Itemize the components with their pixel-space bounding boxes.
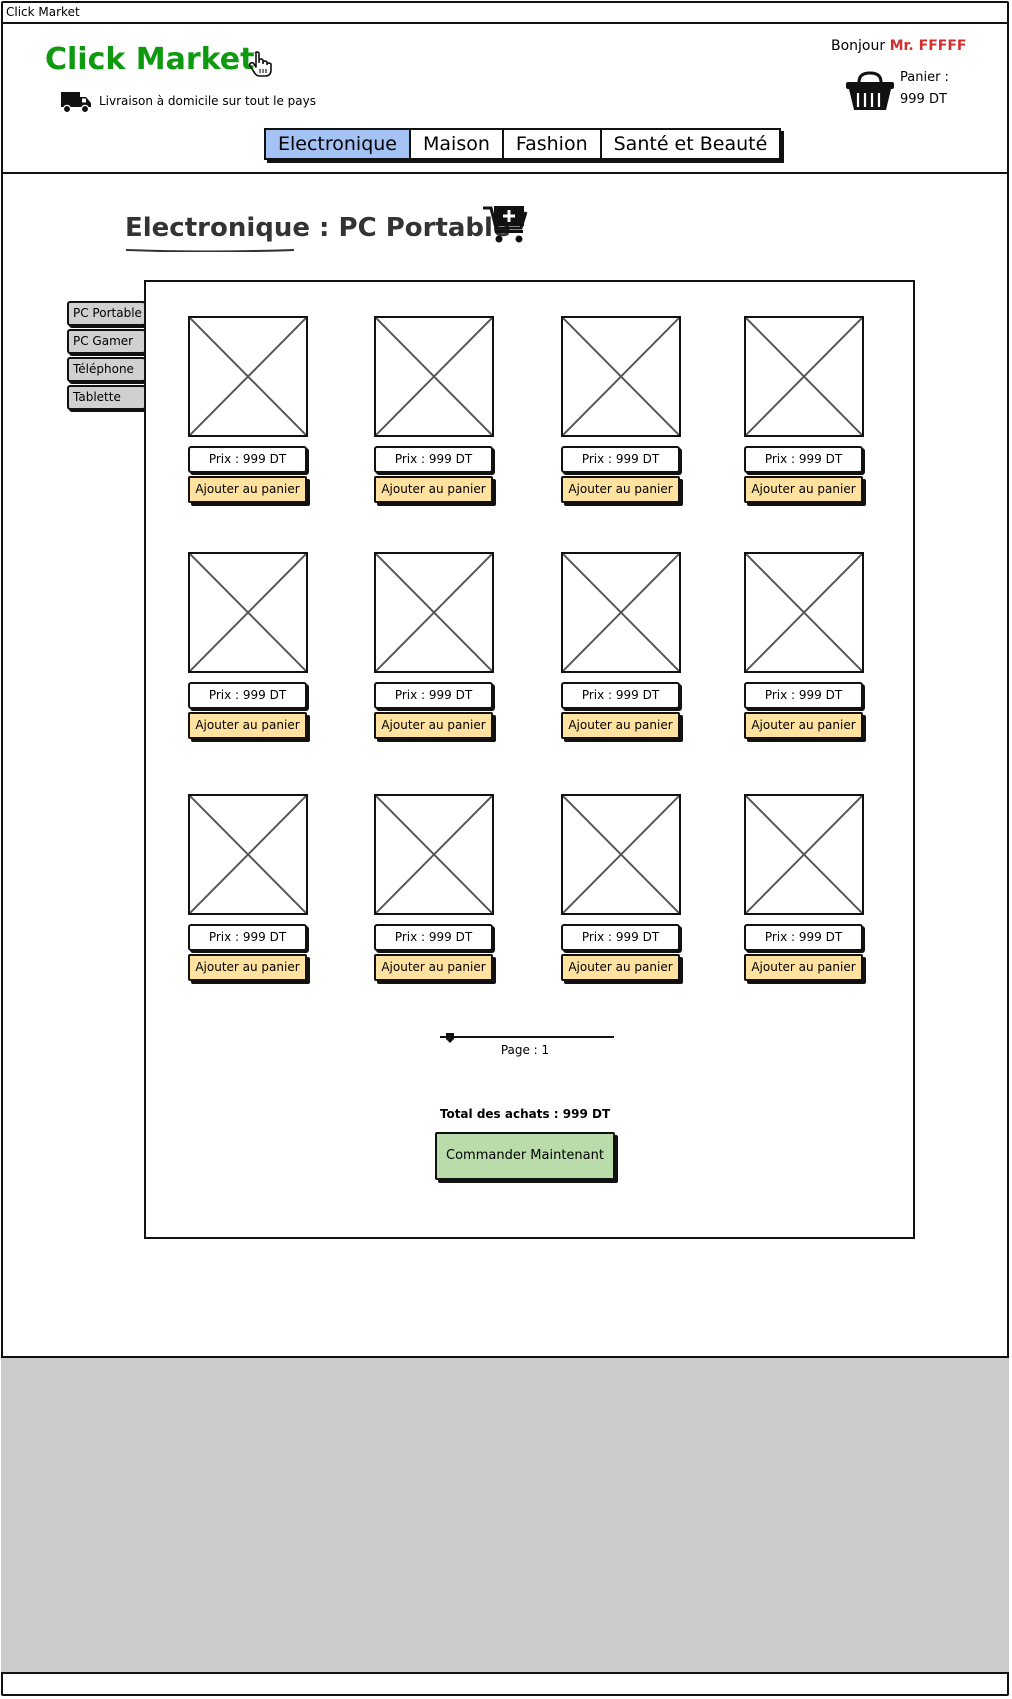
site-logo[interactable]: Click Market <box>45 42 255 77</box>
product-image-placeholder[interactable] <box>744 552 864 673</box>
cart-label: Panier : <box>900 70 949 85</box>
product-image-placeholder[interactable] <box>188 552 308 673</box>
image-placeholder-icon <box>375 795 493 914</box>
add-to-cart-button[interactable]: Ajouter au panier <box>744 712 863 739</box>
shipping-notice: Livraison à domicile sur tout le pays <box>99 94 317 108</box>
add-to-cart-button[interactable]: Ajouter au panier <box>561 476 680 503</box>
product-image-placeholder[interactable] <box>561 552 681 673</box>
user-name[interactable]: Mr. FFFFF <box>890 38 967 54</box>
window-title: Click Market <box>1 1 1009 24</box>
add-to-cart-button[interactable]: Ajouter au panier <box>744 954 863 981</box>
image-placeholder-icon <box>745 553 863 672</box>
product-image-placeholder[interactable] <box>561 794 681 915</box>
pointer-hand-icon <box>248 51 272 77</box>
add-to-cart-button[interactable]: Ajouter au panier <box>188 954 307 981</box>
sidebar-item-telephone[interactable]: Téléphone <box>67 357 146 382</box>
order-now-button[interactable]: Commander Maintenant <box>435 1132 615 1180</box>
tab-sante-beaute[interactable]: Santé et Beauté <box>602 130 780 158</box>
product-price: Prix : 999 DT <box>561 682 680 709</box>
add-to-cart-button[interactable]: Ajouter au panier <box>188 476 307 503</box>
add-to-cart-button[interactable]: Ajouter au panier <box>561 712 680 739</box>
image-placeholder-icon <box>562 795 680 914</box>
product-image-placeholder[interactable] <box>744 316 864 437</box>
page-title: Electronique : PC Portable <box>125 213 511 243</box>
add-to-cart-icon[interactable] <box>482 204 530 244</box>
product-price: Prix : 999 DT <box>561 446 680 473</box>
product-price: Prix : 999 DT <box>744 446 863 473</box>
image-placeholder-icon <box>745 795 863 914</box>
basket-icon[interactable] <box>845 70 895 112</box>
product-price: Prix : 999 DT <box>374 446 493 473</box>
product-price: Prix : 999 DT <box>374 924 493 951</box>
product-price: Prix : 999 DT <box>374 682 493 709</box>
purchase-total: Total des achats : 999 DT <box>439 1107 611 1121</box>
product-price: Prix : 999 DT <box>744 924 863 951</box>
page-indicator: Page : 1 <box>500 1043 550 1057</box>
product-price: Prix : 999 DT <box>188 446 307 473</box>
product-image-placeholder[interactable] <box>561 316 681 437</box>
add-to-cart-button[interactable]: Ajouter au panier <box>374 476 493 503</box>
image-placeholder-icon <box>562 553 680 672</box>
slider-handle <box>446 1033 454 1043</box>
sidebar-item-tablette[interactable]: Tablette <box>67 385 146 410</box>
product-image-placeholder[interactable] <box>188 316 308 437</box>
product-image-placeholder[interactable] <box>374 552 494 673</box>
greeting: Bonjour Mr. FFFFF <box>831 38 966 54</box>
category-name: Electronique : <box>125 213 330 243</box>
product-image-placeholder[interactable] <box>188 794 308 915</box>
product-price: Prix : 999 DT <box>561 924 680 951</box>
image-placeholder-icon <box>189 795 307 914</box>
product-image-placeholder[interactable] <box>374 316 494 437</box>
tab-maison[interactable]: Maison <box>411 130 504 158</box>
tab-electronique[interactable]: Electronique <box>266 130 412 158</box>
sidebar-item-pc-portable[interactable]: PC Portable <box>67 301 146 326</box>
product-image-placeholder[interactable] <box>374 794 494 915</box>
footer <box>1 1356 1009 1674</box>
title-underline <box>125 249 295 252</box>
add-to-cart-button[interactable]: Ajouter au panier <box>744 476 863 503</box>
image-placeholder-icon <box>562 317 680 436</box>
product-price: Prix : 999 DT <box>188 682 307 709</box>
image-placeholder-icon <box>189 317 307 436</box>
sidebar-item-pc-gamer[interactable]: PC Gamer <box>67 329 146 354</box>
image-placeholder-icon <box>375 317 493 436</box>
product-image-placeholder[interactable] <box>744 794 864 915</box>
add-to-cart-button[interactable]: Ajouter au panier <box>374 712 493 739</box>
tab-fashion[interactable]: Fashion <box>504 130 602 158</box>
header-divider <box>1 172 1009 174</box>
add-to-cart-button[interactable]: Ajouter au panier <box>561 954 680 981</box>
product-price: Prix : 999 DT <box>188 924 307 951</box>
truck-icon <box>61 92 91 114</box>
image-placeholder-icon <box>745 317 863 436</box>
add-to-cart-button[interactable]: Ajouter au panier <box>374 954 493 981</box>
greeting-text: Bonjour <box>831 38 886 54</box>
image-placeholder-icon <box>375 553 493 672</box>
image-placeholder-icon <box>189 553 307 672</box>
cart-value: 999 DT <box>900 92 947 107</box>
nav-tabs: Electronique Maison Fashion Santé et Bea… <box>264 128 782 160</box>
add-to-cart-button[interactable]: Ajouter au panier <box>188 712 307 739</box>
product-price: Prix : 999 DT <box>744 682 863 709</box>
